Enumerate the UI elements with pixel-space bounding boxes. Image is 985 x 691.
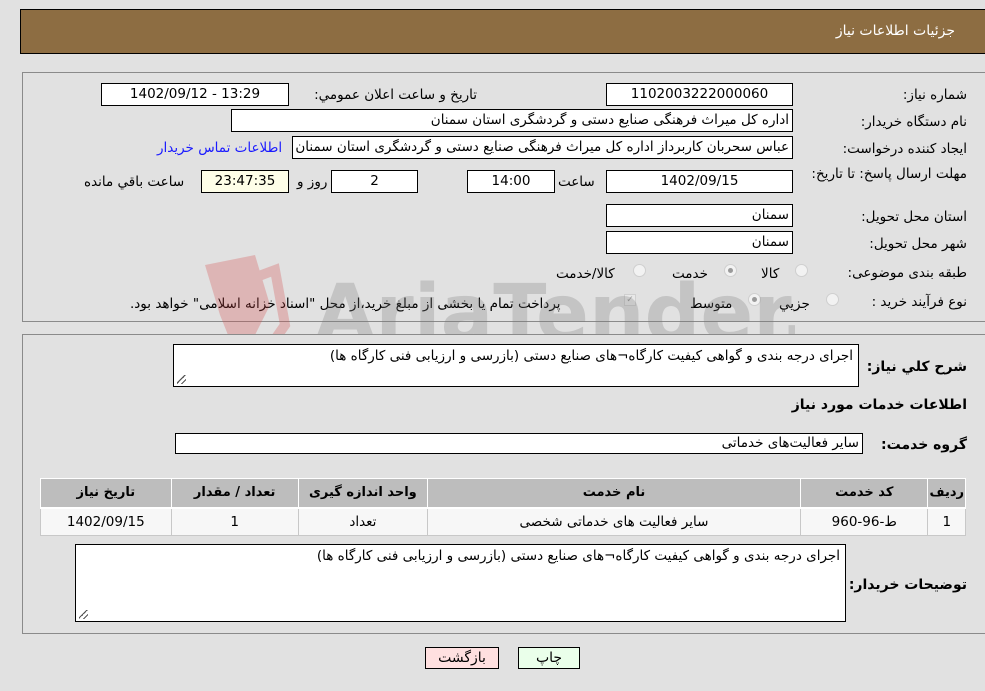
deadline-label: مهلت ارسال پاسخ: تا تاریخ: (811, 166, 967, 182)
buyer-org-field[interactable]: اداره کل میراث فرهنگی صنایع دستی و گردشگ… (231, 109, 793, 132)
remaining-time-field: 23:47:35 (201, 170, 289, 193)
table-row: 1 ط-96-960 سایر فعالیت های خدماتی شخصی ت… (40, 507, 966, 536)
service-group-field[interactable]: سایر فعالیت‌های خدماتی (175, 433, 863, 454)
buyer-org-label: نام دستگاه خریدار: (860, 114, 967, 130)
col-header-need-date: تاریخ نیاز (40, 478, 172, 509)
general-desc-text: اجرای درجه بندی و گواهی کیفیت کارگاه¬های… (329, 348, 853, 364)
page-header: جزئیات اطلاعات نیاز (20, 9, 985, 54)
category-option-goods-service: کالا/خدمت (556, 266, 615, 282)
need-number-label: شماره نیاز: (902, 87, 967, 103)
buyer-contact-link[interactable]: اطلاعات تماس خریدار (157, 140, 282, 156)
col-header-service-name: نام خدمت (426, 478, 802, 509)
table-header-row: ردیف کد خدمت نام خدمت واحد اندازه گیری ت… (40, 478, 966, 509)
need-number-field[interactable]: 1102003222000060 (606, 83, 793, 106)
print-button[interactable]: چاپ (518, 647, 580, 669)
announce-date-label: تاریخ و ساعت اعلان عمومي: (314, 87, 477, 103)
requester-field[interactable]: عباس سحربان کاربرداز اداره کل میراث فرهن… (292, 136, 793, 159)
category-radio-goods-service[interactable] (633, 264, 646, 277)
remaining-time-label: ساعت باقي مانده (84, 174, 185, 190)
city-field[interactable]: سمنان (606, 231, 793, 254)
col-header-row-number: ردیف (927, 478, 966, 509)
cell-row-number: 1 (927, 507, 966, 536)
treasury-checkbox-label: پرداخت تمام یا بخشی از مبلغ خرید،از محل … (130, 296, 561, 312)
general-desc-label: شرح كلي نياز: (866, 359, 967, 375)
buyer-notes-text: اجرای درجه بندی و گواهی کیفیت کارگاه¬های… (316, 548, 840, 564)
purchase-radio-minor[interactable] (826, 293, 839, 306)
category-label: طبقه بندی موضوعی: (847, 265, 967, 281)
col-header-quantity: تعداد / مقدار (170, 478, 299, 509)
cell-service-name: سایر فعالیت های خدماتی شخصی (426, 507, 802, 536)
back-button[interactable]: بازگشت (425, 647, 499, 669)
purchase-option-minor: جزيي (779, 296, 810, 312)
page-title: جزئیات اطلاعات نیاز (835, 23, 955, 39)
resize-grip-icon[interactable] (79, 610, 88, 619)
days-remaining-field[interactable]: 2 (331, 170, 418, 193)
cell-service-code: ط-96-960 (800, 507, 929, 536)
cell-quantity: 1 (170, 507, 299, 536)
services-table: ردیف کد خدمت نام خدمت واحد اندازه گیری ت… (40, 478, 966, 536)
buyer-notes-textarea[interactable]: اجرای درجه بندی و گواهی کیفیت کارگاه¬های… (75, 544, 846, 622)
category-radio-service[interactable] (724, 264, 737, 277)
province-label: استان محل تحویل: (861, 209, 967, 225)
deadline-time-label: ساعت (558, 174, 595, 190)
city-label: شهر محل تحویل: (869, 236, 967, 252)
buyer-notes-label: توضیحات خریدار: (848, 577, 967, 593)
deadline-time-field[interactable]: 14:00 (467, 170, 555, 193)
province-field[interactable]: سمنان (606, 204, 793, 227)
deadline-date-field[interactable]: 1402/09/15 (606, 170, 793, 193)
resize-grip-icon[interactable] (177, 375, 186, 384)
cell-unit: تعداد (297, 507, 428, 536)
category-option-goods: کالا (761, 266, 780, 282)
service-group-label: گروه خدمت: (881, 437, 967, 453)
purchase-type-label: نوع فرآیند خرید : (871, 294, 967, 310)
general-desc-textarea[interactable]: اجرای درجه بندی و گواهی کیفیت کارگاه¬های… (173, 344, 859, 387)
services-heading: اطلاعات خدمات مورد نیاز (791, 397, 967, 413)
announce-date-field[interactable]: 1402/09/12 - 13:29 (101, 83, 289, 106)
category-radio-goods[interactable] (795, 264, 808, 277)
category-option-service: خدمت (672, 266, 708, 282)
treasury-checkbox[interactable]: ✓ (624, 294, 636, 306)
purchase-option-medium: متوسط (690, 296, 733, 312)
col-header-service-code: کد خدمت (800, 478, 929, 509)
requester-label: ایجاد کننده درخواست: (842, 141, 967, 157)
cell-need-date: 1402/09/15 (40, 507, 172, 536)
days-label: روز و (297, 174, 328, 190)
col-header-unit: واحد اندازه گیری (297, 478, 428, 509)
purchase-radio-medium[interactable] (748, 293, 761, 306)
